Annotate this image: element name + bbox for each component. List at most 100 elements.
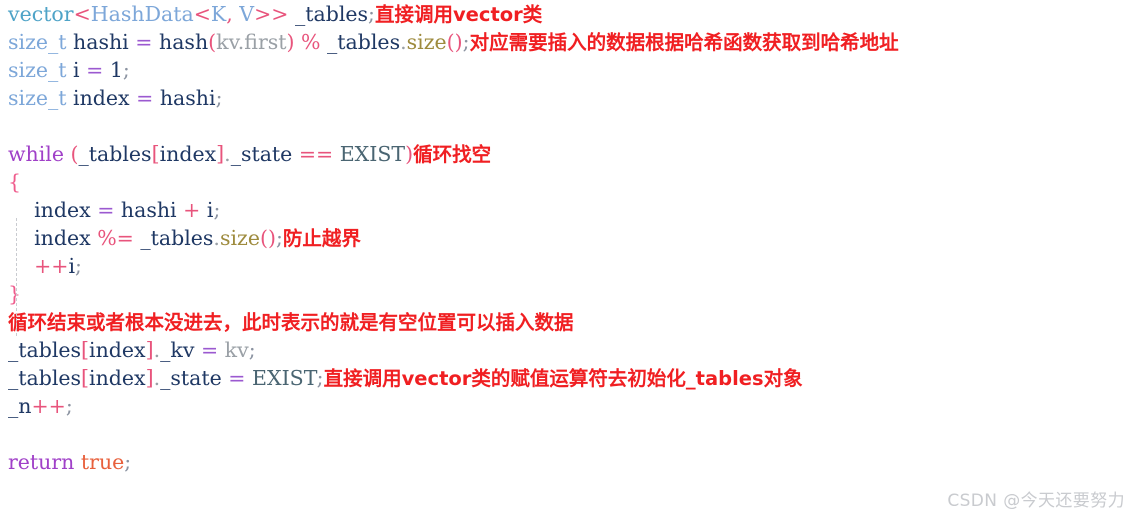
code-token: index xyxy=(89,366,146,390)
code-token: < xyxy=(193,2,211,26)
code-token: _n xyxy=(8,394,32,418)
code-token: [ xyxy=(81,366,90,390)
code-token: = xyxy=(97,198,115,222)
code-line: { xyxy=(8,168,1139,196)
chinese-annotation: 对应需要插入的数据根据哈希函数获取到哈希地址 xyxy=(469,31,899,54)
indent-guide-line xyxy=(16,218,17,336)
code-token: EXIST xyxy=(339,142,406,166)
code-token: kv xyxy=(216,30,238,54)
code-token: true xyxy=(80,450,125,474)
code-token: hashi xyxy=(73,30,129,54)
csdn-watermark: CSDN @今天还要努力 xyxy=(947,491,1125,511)
code-line: vector<HashData<K, V>> _tables;直接调用vecto… xyxy=(8,0,1139,28)
code-token: == xyxy=(298,142,334,166)
code-token: index xyxy=(34,198,91,222)
code-token: _state xyxy=(160,366,222,390)
code-token: ; xyxy=(75,254,82,278)
code-token: = xyxy=(228,366,246,390)
code-token: ; xyxy=(65,394,73,418)
code-token: _tables xyxy=(140,226,214,250)
code-token: ; xyxy=(275,226,283,250)
code-token: hashi xyxy=(159,86,216,110)
code-token: ] xyxy=(145,338,154,362)
code-token: vector xyxy=(8,2,74,26)
code-token: while xyxy=(8,142,64,166)
code-token: ) xyxy=(405,142,414,166)
code-token: ++ xyxy=(31,394,66,418)
code-line: size_t index = hashi; xyxy=(8,84,1139,112)
code-token: % xyxy=(301,30,321,54)
code-token: ] xyxy=(145,366,154,390)
code-line: return true; xyxy=(8,448,1139,476)
code-token: ; xyxy=(124,450,132,474)
code-token: K xyxy=(210,2,227,26)
code-token: index xyxy=(73,86,130,110)
chinese-annotation: 直接调用vector类 xyxy=(374,3,543,26)
code-token: = xyxy=(200,338,219,362)
code-token: ; xyxy=(316,366,324,390)
code-token: ] xyxy=(216,142,225,166)
code-token: () xyxy=(446,30,463,54)
code-token: ; xyxy=(215,86,223,110)
code-line: index %= _tables.size();防止越界 xyxy=(8,224,1139,252)
code-token: size_t xyxy=(8,58,67,82)
code-token: [ xyxy=(151,142,160,166)
code-line: } xyxy=(8,280,1139,308)
code-token: { xyxy=(8,170,22,194)
code-token: V xyxy=(239,2,255,26)
code-token: kv xyxy=(224,338,249,362)
code-token: ; xyxy=(368,2,375,26)
code-token: } xyxy=(8,282,22,306)
code-token: index xyxy=(34,226,91,250)
code-token: = xyxy=(135,30,153,54)
code-token: < xyxy=(73,2,91,26)
code-token: ; xyxy=(122,58,130,82)
code-token: ++ xyxy=(34,254,69,278)
code-token: ( xyxy=(70,142,79,166)
code-lines-container: vector<HashData<K, V>> _tables;直接调用vecto… xyxy=(8,0,1139,476)
code-token: ; xyxy=(248,338,256,362)
code-token: [ xyxy=(81,338,90,362)
code-token: first xyxy=(244,30,287,54)
code-token: _kv xyxy=(160,338,195,362)
code-token: return xyxy=(8,450,75,474)
code-line: ++i; xyxy=(8,252,1139,280)
code-token: 1 xyxy=(109,58,123,82)
code-token: _tables xyxy=(8,366,82,390)
code-token: ( xyxy=(208,30,217,54)
code-line: 循环结束或者根本没进去，此时表示的就是有空位置可以插入数据 xyxy=(8,308,1139,336)
code-token: size xyxy=(406,30,447,54)
code-token: hash xyxy=(159,30,209,54)
code-token: _tables xyxy=(295,2,369,26)
code-token: = xyxy=(136,86,154,110)
code-token: size xyxy=(219,226,260,250)
code-token: = xyxy=(86,58,104,82)
code-token: _state xyxy=(230,142,293,166)
code-token: + xyxy=(183,198,201,222)
code-token: size_t xyxy=(8,86,67,110)
code-token: index xyxy=(159,142,217,166)
code-token: _tables xyxy=(78,142,152,166)
code-line: _tables[index]._state = EXIST;直接调用vector… xyxy=(8,364,1139,392)
chinese-annotation: 循环找空 xyxy=(413,143,492,166)
code-line: _tables[index]._kv = kv; xyxy=(8,336,1139,364)
chinese-annotation: 防止越界 xyxy=(282,227,361,250)
code-line: _n++; xyxy=(8,392,1139,420)
code-snippet: vector<HashData<K, V>> _tables;直接调用vecto… xyxy=(0,0,1139,521)
code-token: EXIST xyxy=(252,366,317,390)
code-token: HashData xyxy=(90,2,194,26)
code-line: size_t hashi = hash(kv.first) % _tables.… xyxy=(8,28,1139,56)
code-token: %= xyxy=(97,226,134,250)
code-token: _tables xyxy=(8,338,82,362)
code-token: index xyxy=(89,338,146,362)
code-line: size_t i = 1; xyxy=(8,56,1139,84)
code-token: _tables xyxy=(327,30,401,54)
code-token: size_t xyxy=(8,30,67,54)
code-line: while (_tables[index]._state == EXIST)循环… xyxy=(8,140,1139,168)
code-token: >> xyxy=(254,2,289,26)
code-token: ; xyxy=(462,30,470,54)
